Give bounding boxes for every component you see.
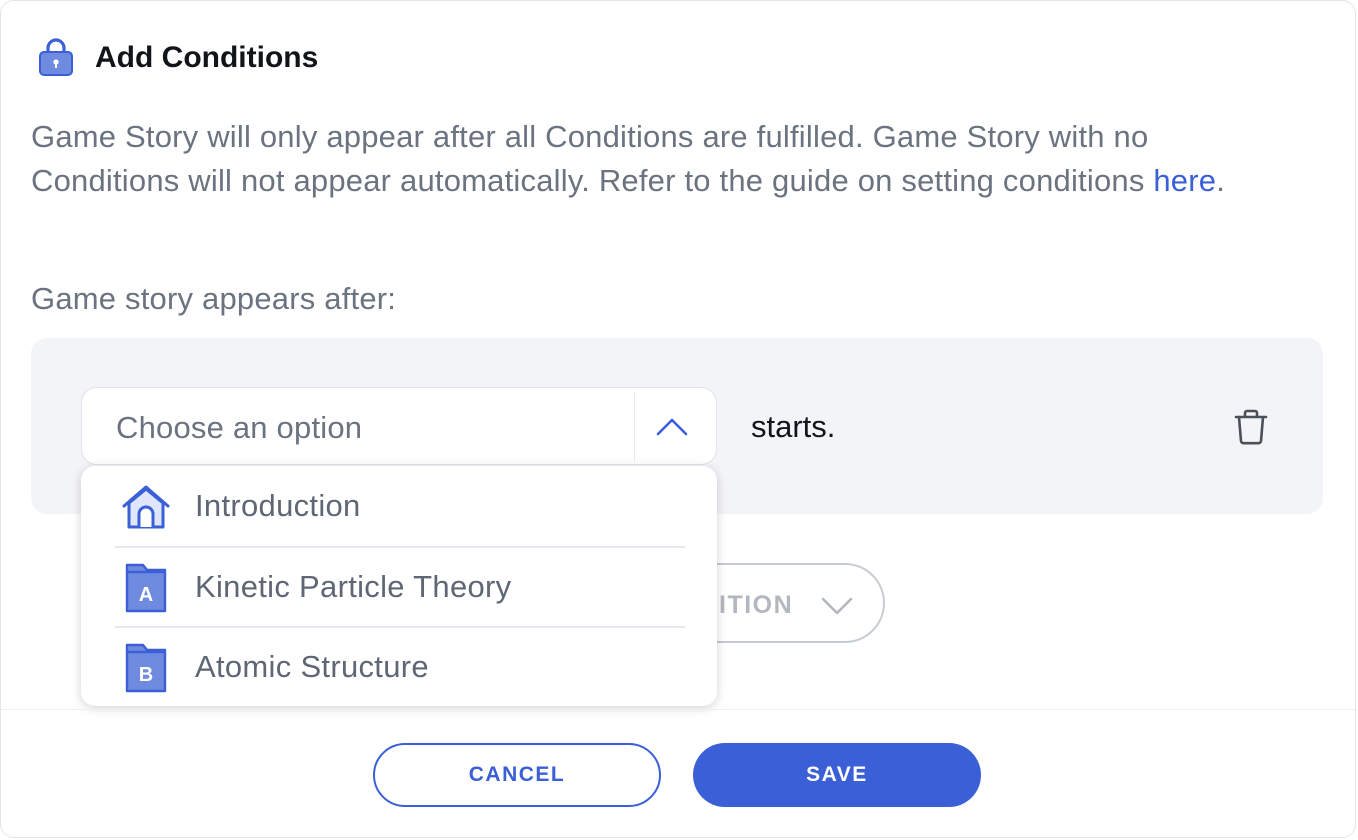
option-label: Introduction bbox=[195, 488, 361, 523]
lock-icon bbox=[39, 38, 73, 76]
add-conditions-modal: Add Conditions Game Story will only appe… bbox=[0, 0, 1357, 838]
option-label: Atomic Structure bbox=[195, 649, 429, 684]
folder-badge: A bbox=[139, 584, 153, 606]
description-text: Game Story will only appear after all Co… bbox=[31, 119, 1154, 198]
option-introduction[interactable]: Introduction bbox=[81, 466, 717, 546]
footer-divider bbox=[1, 709, 1357, 710]
folder-a-icon: A bbox=[125, 563, 167, 613]
modal-header bbox=[37, 37, 75, 77]
add-condition-label: ITION bbox=[719, 591, 794, 619]
guide-link[interactable]: here bbox=[1153, 163, 1216, 198]
modal-title: Add Conditions bbox=[95, 41, 319, 74]
chevron-up-icon[interactable] bbox=[654, 410, 690, 444]
description: Game Story will only appear after all Co… bbox=[31, 115, 1291, 203]
select-divider bbox=[634, 392, 635, 462]
trash-icon[interactable] bbox=[1231, 407, 1271, 447]
option-kinetic-particle-theory[interactable]: A Kinetic Particle Theory bbox=[81, 547, 717, 627]
chevron-down-icon bbox=[821, 597, 853, 615]
option-label: Kinetic Particle Theory bbox=[195, 569, 512, 604]
cancel-button[interactable]: CANCEL bbox=[373, 743, 661, 807]
folder-badge: B bbox=[139, 664, 153, 686]
select-placeholder: Choose an option bbox=[116, 410, 363, 445]
folder-b-icon: B bbox=[125, 643, 167, 693]
home-icon bbox=[122, 485, 170, 529]
condition-select[interactable]: Choose an option bbox=[81, 387, 717, 465]
condition-label: Game story appears after: bbox=[31, 281, 397, 316]
condition-suffix: starts. bbox=[751, 409, 836, 444]
save-button[interactable]: SAVE bbox=[693, 743, 981, 807]
options-dropdown: Introduction A Kinetic Particle Theory B… bbox=[81, 466, 717, 706]
description-suffix: . bbox=[1216, 163, 1226, 198]
option-atomic-structure[interactable]: B Atomic Structure bbox=[81, 627, 717, 707]
